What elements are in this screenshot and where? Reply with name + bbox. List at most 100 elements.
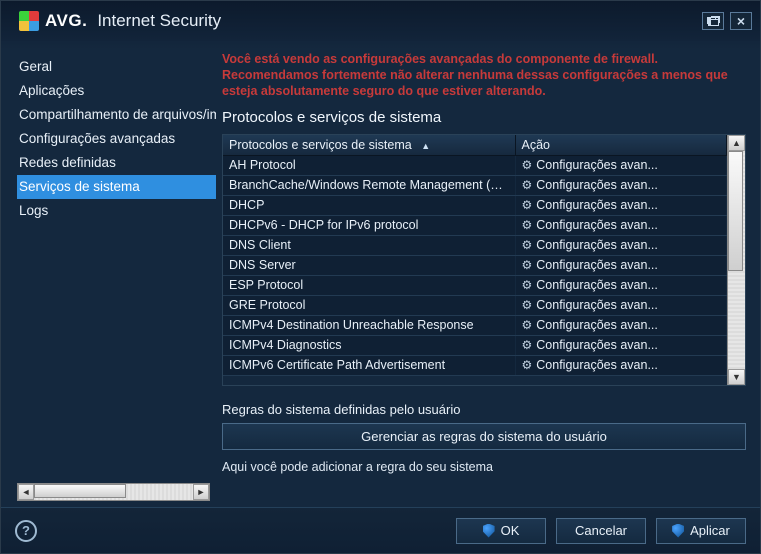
app-logo: AVG. Internet Security <box>19 11 221 31</box>
shield-icon <box>672 524 684 538</box>
footer: ? OK Cancelar Aplicar <box>1 507 760 553</box>
protocol-cell: DHCPv6 - DHCP for IPv6 protocol <box>223 216 515 236</box>
sidebar-item-applications[interactable]: Aplicações <box>17 79 216 103</box>
button-label: Gerenciar as regras do sistema do usuári… <box>361 429 607 444</box>
protocol-cell: GRE Protocol <box>223 296 515 316</box>
protocols-table-container: Protocolos e serviços de sistema ▲ Ação … <box>222 134 746 386</box>
main-panel: Você está vendo as configurações avançad… <box>216 41 760 507</box>
restore-window-button[interactable] <box>702 12 724 30</box>
scroll-track[interactable] <box>728 151 745 369</box>
gear-icon: ⚙ <box>522 238 533 252</box>
table-row[interactable]: ICMPv4 Diagnostics⚙Configurações avan... <box>223 336 727 356</box>
action-cell[interactable]: ⚙Configurações avan... <box>515 216 726 236</box>
action-label: Configurações avan... <box>536 258 658 272</box>
window-controls: × <box>702 12 752 30</box>
scroll-track[interactable] <box>34 484 193 500</box>
button-label: Aplicar <box>690 523 730 538</box>
gear-icon: ⚙ <box>522 338 533 352</box>
table-row[interactable]: BranchCache/Windows Remote Management (C… <box>223 176 727 196</box>
user-rules-section: Regras do sistema definidas pelo usuário… <box>222 402 746 450</box>
action-cell[interactable]: ⚙Configurações avan... <box>515 316 726 336</box>
action-cell[interactable]: ⚙Configurações avan... <box>515 156 726 176</box>
table-row[interactable]: DNS Client⚙Configurações avan... <box>223 236 727 256</box>
button-label: Cancelar <box>575 523 627 538</box>
titlebar: AVG. Internet Security × <box>1 1 760 41</box>
protocol-cell: DNS Client <box>223 236 515 256</box>
table-row[interactable]: ICMPv6 Certificate Path Advertisement⚙Co… <box>223 356 727 376</box>
protocol-cell: ICMPv6 Certificate Path Advertisement <box>223 356 515 376</box>
section-title: Protocolos e serviços de sistema <box>222 109 746 126</box>
column-header-label: Protocolos e serviços de sistema <box>229 138 412 152</box>
action-label: Configurações avan... <box>536 298 658 312</box>
action-cell[interactable]: ⚙Configurações avan... <box>515 196 726 216</box>
body: Geral Aplicações Compartilhamento de arq… <box>1 41 760 507</box>
gear-icon: ⚙ <box>522 358 533 372</box>
gear-icon: ⚙ <box>522 178 533 192</box>
action-label: Configurações avan... <box>536 238 658 252</box>
column-header-action[interactable]: Ação <box>515 135 726 156</box>
table-row[interactable]: DHCPv6 - DHCP for IPv6 protocol⚙Configur… <box>223 216 727 236</box>
action-cell[interactable]: ⚙Configurações avan... <box>515 276 726 296</box>
gear-icon: ⚙ <box>522 198 533 212</box>
footer-buttons: OK Cancelar Aplicar <box>456 518 746 544</box>
table-row[interactable]: ICMPv4 Destination Unreachable Response⚙… <box>223 316 727 336</box>
table-row[interactable]: ESP Protocol⚙Configurações avan... <box>223 276 727 296</box>
table-row[interactable]: DNS Server⚙Configurações avan... <box>223 256 727 276</box>
scroll-right-icon[interactable]: ► <box>193 484 209 500</box>
scroll-left-icon[interactable]: ◄ <box>18 484 34 500</box>
action-label: Configurações avan... <box>536 178 658 192</box>
protocols-table: Protocolos e serviços de sistema ▲ Ação … <box>223 135 727 376</box>
protocol-cell: ICMPv4 Destination Unreachable Response <box>223 316 515 336</box>
sidebar-item-label: Configurações avançadas <box>19 131 175 146</box>
sidebar-item-label: Compartilhamento de arquivos/imp <box>19 107 216 122</box>
scroll-down-icon[interactable]: ▼ <box>728 369 745 385</box>
cancel-button[interactable]: Cancelar <box>556 518 646 544</box>
sidebar-item-logs[interactable]: Logs <box>17 199 216 223</box>
shield-icon <box>483 524 495 538</box>
protocol-cell: BranchCache/Windows Remote Management (C… <box>223 176 515 196</box>
scroll-thumb[interactable] <box>728 151 743 271</box>
action-cell[interactable]: ⚙Configurações avan... <box>515 176 726 196</box>
ok-button[interactable]: OK <box>456 518 546 544</box>
table-row[interactable]: GRE Protocol⚙Configurações avan... <box>223 296 727 316</box>
action-cell[interactable]: ⚙Configurações avan... <box>515 236 726 256</box>
protocol-cell: DNS Server <box>223 256 515 276</box>
action-label: Configurações avan... <box>536 318 658 332</box>
help-icon[interactable]: ? <box>15 520 37 542</box>
table-row[interactable]: AH Protocol⚙Configurações avan... <box>223 156 727 176</box>
action-label: Configurações avan... <box>536 338 658 352</box>
table-vertical-scrollbar[interactable]: ▲ ▼ <box>727 135 745 385</box>
sidebar-item-file-sharing[interactable]: Compartilhamento de arquivos/imp <box>17 103 216 127</box>
column-header-protocol[interactable]: Protocolos e serviços de sistema ▲ <box>223 135 515 156</box>
scroll-up-icon[interactable]: ▲ <box>728 135 745 151</box>
add-rule-hint: Aqui você pode adicionar a regra do seu … <box>222 460 746 474</box>
action-cell[interactable]: ⚙Configurações avan... <box>515 336 726 356</box>
protocol-cell: ESP Protocol <box>223 276 515 296</box>
close-window-button[interactable]: × <box>730 12 752 30</box>
action-label: Configurações avan... <box>536 358 658 372</box>
table-row[interactable]: DHCP⚙Configurações avan... <box>223 196 727 216</box>
action-cell[interactable]: ⚙Configurações avan... <box>515 256 726 276</box>
scroll-thumb[interactable] <box>34 484 126 498</box>
protocol-cell: AH Protocol <box>223 156 515 176</box>
sidebar-horizontal-scrollbar[interactable]: ◄ ► <box>17 483 210 501</box>
brand-product: Internet Security <box>97 11 221 31</box>
manage-user-rules-button[interactable]: Gerenciar as regras do sistema do usuári… <box>222 423 746 450</box>
sidebar-item-advanced-settings[interactable]: Configurações avançadas <box>17 127 216 151</box>
sidebar-item-general[interactable]: Geral <box>17 55 216 79</box>
gear-icon: ⚙ <box>522 298 533 312</box>
sidebar: Geral Aplicações Compartilhamento de arq… <box>1 41 216 507</box>
action-label: Configurações avan... <box>536 158 658 172</box>
column-header-label: Ação <box>522 138 551 152</box>
gear-icon: ⚙ <box>522 158 533 172</box>
sidebar-item-system-services[interactable]: Serviços de sistema <box>17 175 216 199</box>
action-cell[interactable]: ⚙Configurações avan... <box>515 356 726 376</box>
sidebar-item-defined-networks[interactable]: Redes definidas <box>17 151 216 175</box>
action-label: Configurações avan... <box>536 198 658 212</box>
action-cell[interactable]: ⚙Configurações avan... <box>515 296 726 316</box>
firewall-warning-text: Você está vendo as configurações avançad… <box>222 51 746 99</box>
button-label: OK <box>501 523 520 538</box>
action-label: Configurações avan... <box>536 218 658 232</box>
gear-icon: ⚙ <box>522 218 533 232</box>
apply-button[interactable]: Aplicar <box>656 518 746 544</box>
